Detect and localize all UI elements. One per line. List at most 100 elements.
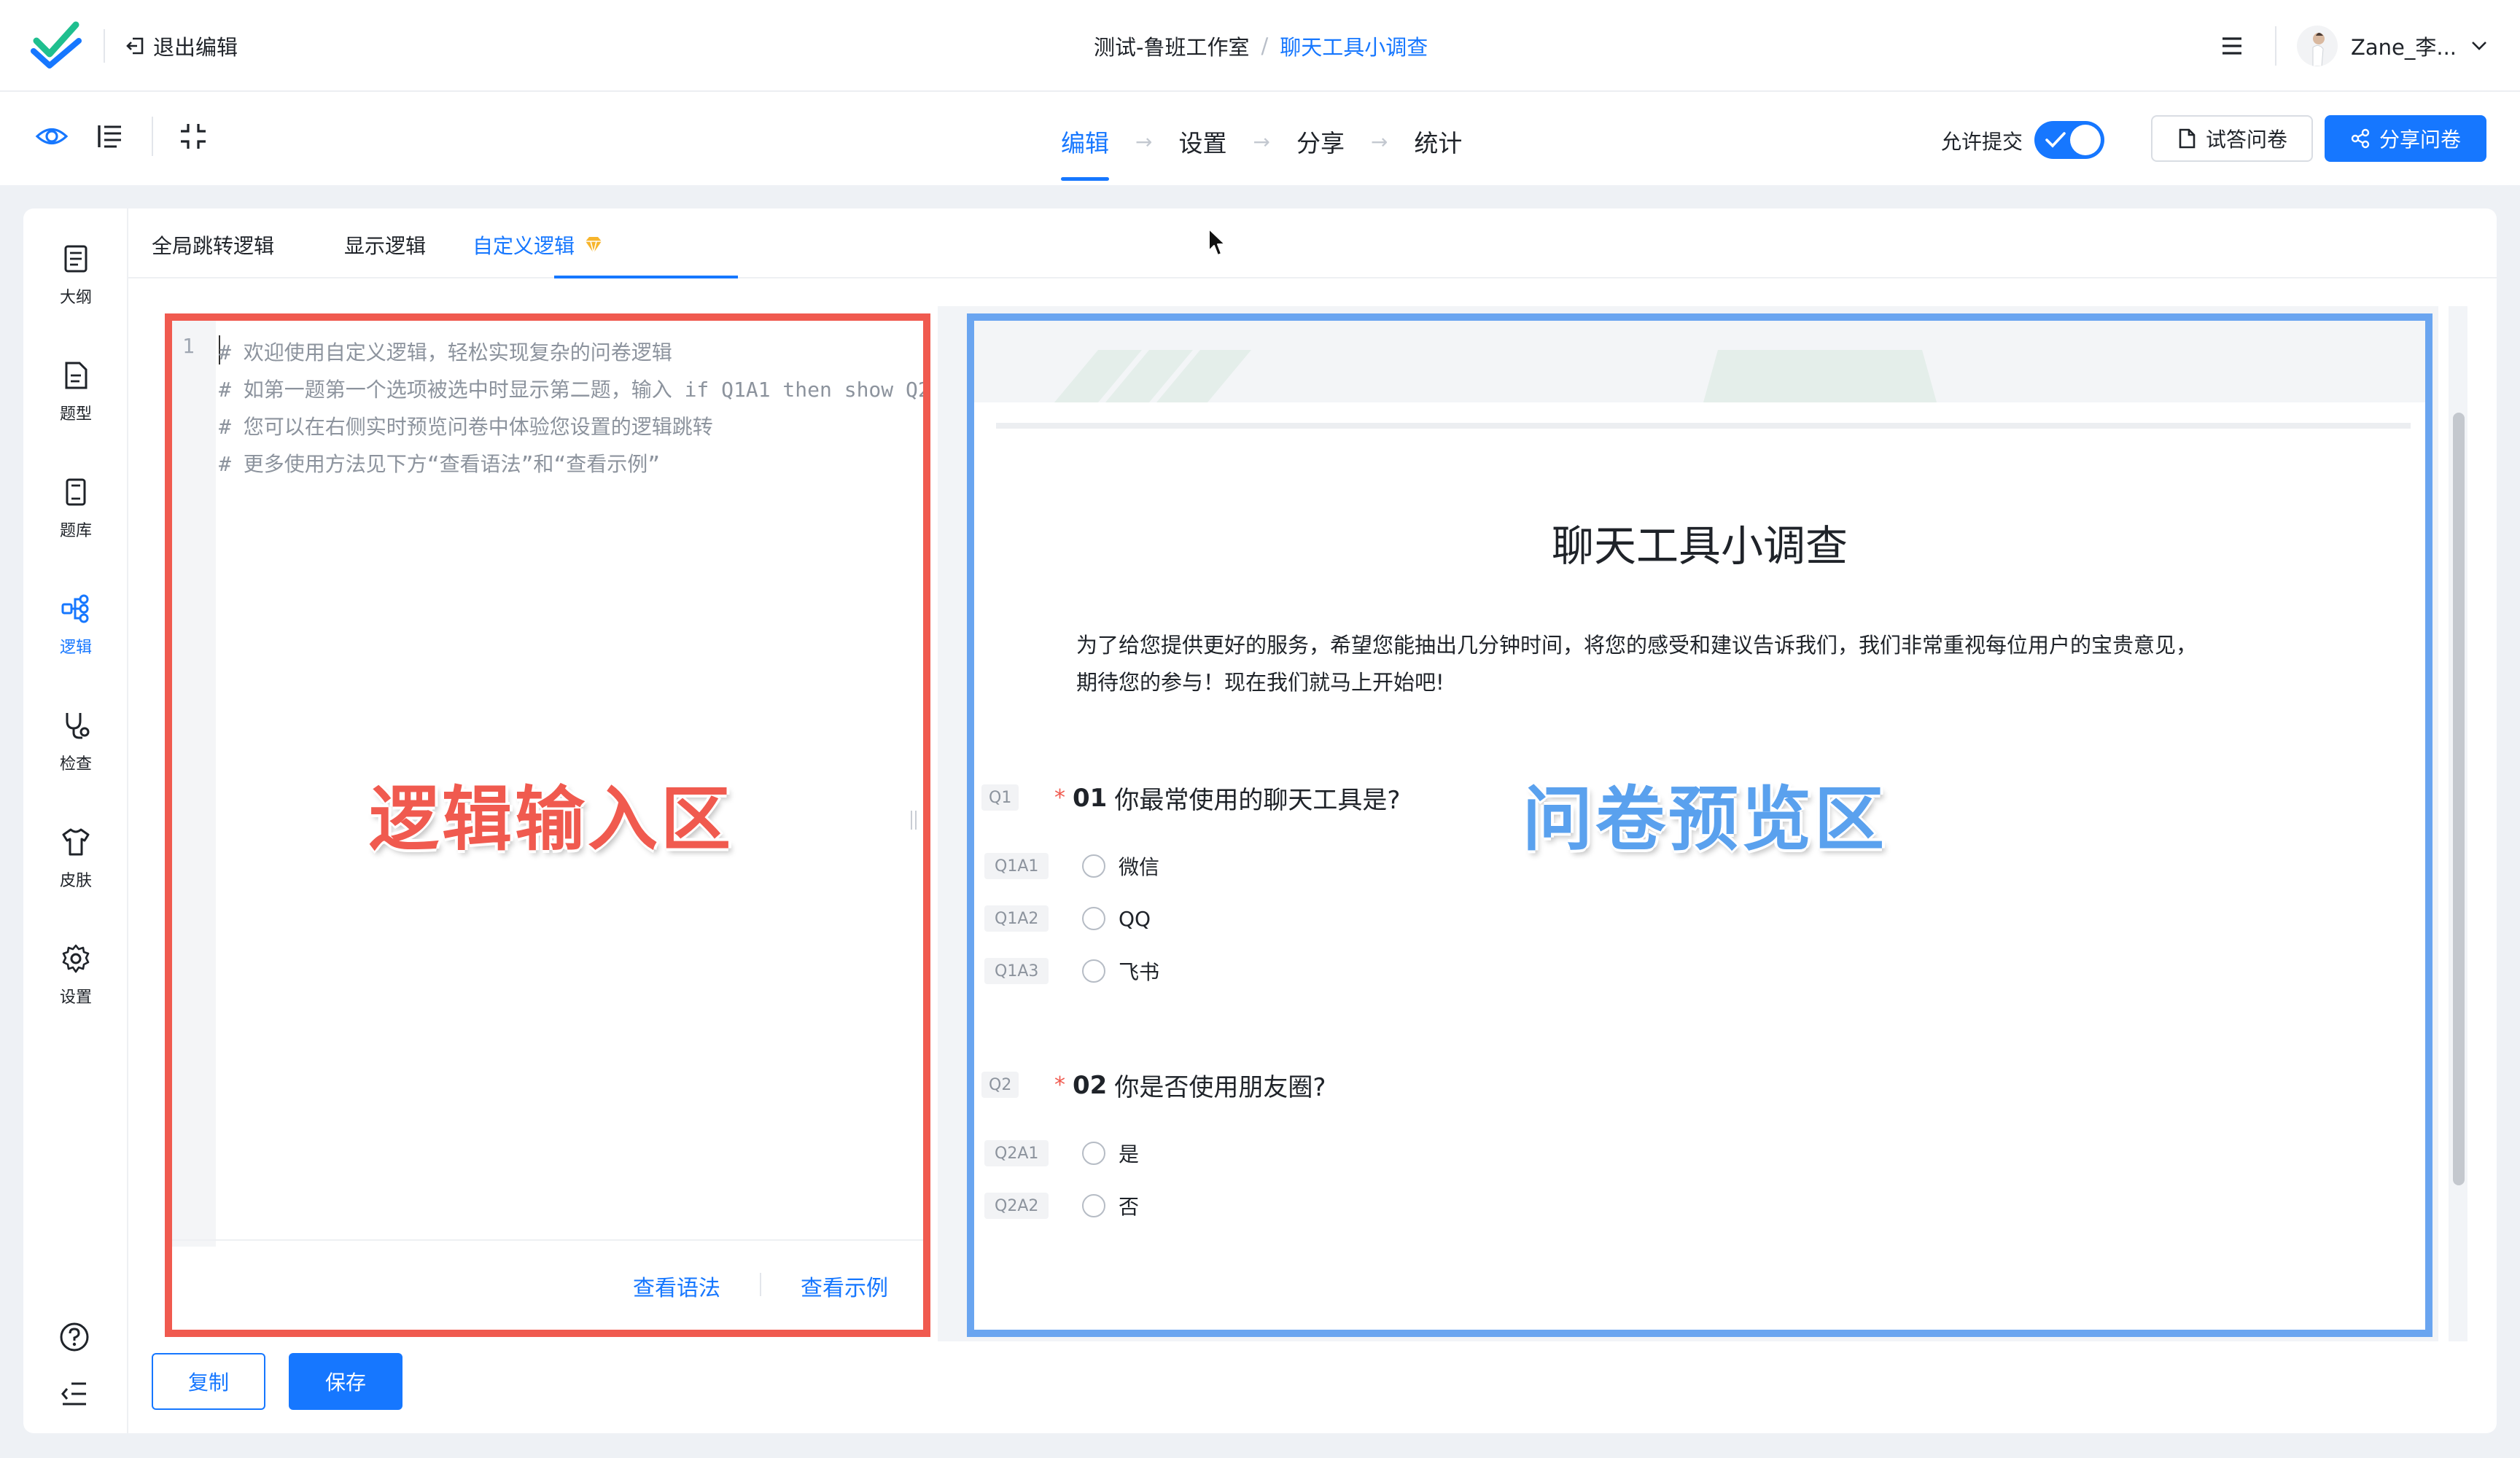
- radio-option[interactable]: 飞书: [1082, 956, 1159, 986]
- divider: [2275, 26, 2276, 66]
- radio-option[interactable]: 是: [1082, 1139, 1139, 1168]
- step-stats[interactable]: 统计: [1414, 124, 1462, 159]
- fullscreen-collapse-icon[interactable]: [176, 120, 210, 153]
- radio-button[interactable]: [1082, 959, 1105, 983]
- preview-banner: [974, 321, 2425, 402]
- scrollbar-thumb[interactable]: [2453, 413, 2465, 1185]
- step-tabs: 编辑 → 设置 → 分享 → 统计: [1061, 120, 1462, 181]
- sidebar-item-label: 检查: [59, 755, 92, 773]
- breadcrumb-separator: /: [1261, 34, 1269, 58]
- active-tab-indicator: [554, 276, 738, 278]
- sidebar-item-skin[interactable]: 皮肤: [23, 827, 128, 907]
- option-label: 否: [1119, 1195, 1140, 1219]
- divider: [760, 1273, 761, 1296]
- option-tag: Q1A1: [984, 853, 1049, 879]
- sidebar-item-question-type[interactable]: 题型: [23, 360, 128, 440]
- sidebar-item-question-bank[interactable]: 题库: [23, 477, 128, 557]
- question-type-icon: [65, 362, 88, 389]
- premium-diamond-icon: [586, 237, 602, 254]
- resize-handle-icon[interactable]: [909, 809, 919, 831]
- required-mark: *: [1054, 1072, 1065, 1098]
- sidebar-item-outline[interactable]: 大纲: [23, 243, 128, 324]
- radio-option[interactable]: 微信: [1082, 851, 1159, 881]
- code-area[interactable]: # 欢迎使用自定义逻辑，轻松实现复杂的问卷逻辑 # 如第一题第一个选项被选中时显…: [219, 334, 923, 483]
- mouse-cursor-icon: [1208, 228, 1226, 256]
- step-settings[interactable]: 设置: [1178, 124, 1226, 159]
- tab-global-jump-logic[interactable]: 全局跳转逻辑: [152, 229, 274, 261]
- allow-submit-toggle[interactable]: [2034, 121, 2104, 159]
- sidebar-item-label: 题型: [59, 405, 92, 424]
- logic-icon: [61, 594, 89, 623]
- menu-icon[interactable]: [2218, 32, 2246, 60]
- survey-preview-area-label: 问卷预览区: [1522, 779, 1887, 860]
- sidebar-item-settings[interactable]: 设置: [23, 943, 128, 1024]
- sidebar-item-logic[interactable]: 逻辑: [23, 593, 128, 674]
- arrow-right-icon: →: [1370, 129, 1388, 154]
- option-label: 飞书: [1119, 960, 1160, 984]
- avatar[interactable]: [2297, 26, 2338, 66]
- option-tag: Q2A1: [984, 1140, 1049, 1166]
- tab-custom-logic[interactable]: 自定义逻辑: [472, 229, 604, 261]
- check-icon: [2045, 132, 2066, 148]
- option-tag: Q1A3: [984, 958, 1049, 984]
- question-number: 02: [1073, 1070, 1108, 1100]
- divider: [104, 29, 105, 63]
- radio-button[interactable]: [1082, 907, 1105, 930]
- radio-option[interactable]: 否: [1082, 1191, 1139, 1220]
- exit-edit-button[interactable]: 退出编辑: [125, 29, 238, 63]
- save-button[interactable]: 保存: [289, 1353, 402, 1410]
- code-line: # 更多使用方法见下方“查看语法”和“查看示例”: [219, 452, 661, 476]
- line-number: 1: [182, 334, 195, 358]
- preview-eye-icon[interactable]: [35, 120, 69, 153]
- survey-intro-line: 期待您的参与！现在我们就马上开始吧!: [1076, 670, 1444, 695]
- step-share[interactable]: 分享: [1296, 124, 1345, 159]
- breadcrumb: 测试-鲁班工作室 / 聊天工具小调查: [1094, 29, 1428, 63]
- code-line: # 欢迎使用自定义逻辑，轻松实现复杂的问卷逻辑: [219, 340, 672, 364]
- try-survey-button[interactable]: 试答问卷: [2151, 115, 2313, 162]
- option-tag: Q1A2: [984, 905, 1049, 932]
- option-label: 微信: [1119, 855, 1160, 879]
- step-edit[interactable]: 编辑: [1061, 124, 1109, 181]
- app-logo-icon[interactable]: [31, 19, 82, 71]
- logic-subtabs: 全局跳转逻辑 显示逻辑 自定义逻辑: [128, 208, 2497, 278]
- radio-button[interactable]: [1082, 854, 1105, 878]
- radio-button[interactable]: [1082, 1142, 1105, 1165]
- survey-intro-line: 为了给您提供更好的服务，希望您能抽出几分钟时间，将您的感受和建议告诉我们，我们非…: [1076, 633, 2198, 658]
- exit-edit-label: 退出编辑: [153, 35, 238, 60]
- question-number: 01: [1073, 783, 1108, 813]
- option-label: 是: [1119, 1142, 1140, 1166]
- breadcrumb-survey[interactable]: 聊天工具小调查: [1280, 31, 1428, 61]
- share-survey-button[interactable]: 分享问卷: [2325, 115, 2486, 162]
- option-label: QQ: [1119, 906, 1151, 931]
- outline-list-icon[interactable]: [93, 120, 127, 153]
- radio-option[interactable]: QQ: [1082, 904, 1151, 933]
- line-number-gutter: 1: [172, 321, 216, 1247]
- top-bar: 退出编辑 测试-鲁班工作室 / 聊天工具小调查 Zane_李...: [0, 0, 2520, 92]
- view-example-link[interactable]: 查看示例: [801, 1270, 888, 1302]
- sidebar-item-label: 题库: [59, 522, 92, 540]
- copy-button[interactable]: 复制: [152, 1353, 265, 1410]
- left-sidebar: 大纲 题型 题库 逻辑 检查 皮肤 设置: [23, 208, 128, 1433]
- allow-submit-label: 允许提交: [1941, 130, 2023, 154]
- user-name: Zane_李...: [2351, 35, 2457, 60]
- radio-button[interactable]: [1082, 1194, 1105, 1217]
- required-mark: *: [1054, 785, 1065, 811]
- tab-display-logic[interactable]: 显示逻辑: [344, 229, 426, 261]
- document-icon: [2179, 128, 2196, 149]
- view-syntax-link[interactable]: 查看语法: [633, 1270, 720, 1302]
- collapse-sidebar-icon[interactable]: [58, 1378, 90, 1410]
- sidebar-item-label: 设置: [59, 989, 92, 1007]
- logic-input-area-label: 逻辑输入区: [369, 779, 734, 860]
- sidebar-item-check[interactable]: 检查: [23, 710, 128, 790]
- chevron-down-icon: [2472, 42, 2486, 50]
- question-tag: Q1: [981, 784, 1019, 811]
- toggle-knob: [2070, 125, 2101, 155]
- step-bar: 编辑 → 设置 → 分享 → 统计 允许提交 试答问卷 分享问卷: [0, 92, 2520, 185]
- gear-icon: [62, 944, 90, 973]
- question-text: 你是否使用朋友圈?: [1114, 1073, 1326, 1102]
- sidebar-item-label: 大纲: [59, 289, 92, 307]
- exit-icon: [126, 37, 144, 55]
- help-icon[interactable]: [58, 1321, 90, 1353]
- breadcrumb-workspace[interactable]: 测试-鲁班工作室: [1094, 31, 1249, 61]
- user-menu[interactable]: Zane_李...: [2297, 22, 2489, 70]
